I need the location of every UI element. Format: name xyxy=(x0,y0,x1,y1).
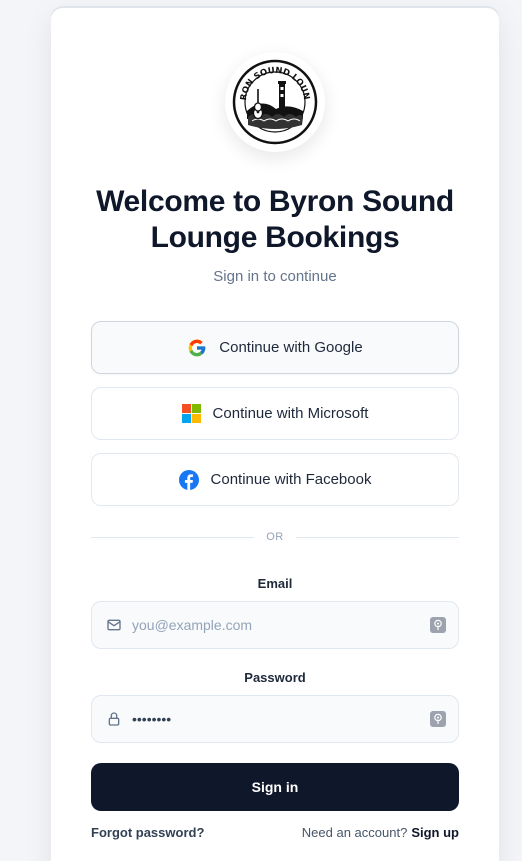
continue-with-facebook-button[interactable]: Continue with Facebook xyxy=(91,453,459,506)
email-label: Email xyxy=(257,576,293,591)
signup-prompt: Need an account? Sign up xyxy=(302,825,459,840)
continue-with-google-button[interactable]: Continue with Google xyxy=(91,321,459,374)
logo-seal-icon: BYRON SOUND LOUNGE STUDIOS xyxy=(232,59,318,145)
google-button-label: Continue with Google xyxy=(219,339,363,356)
studio-logo: BYRON SOUND LOUNGE STUDIOS xyxy=(225,52,325,152)
form-footer: Forgot password? Need an account? Sign up xyxy=(91,825,459,840)
page-title: Welcome to Byron Sound Lounge Bookings xyxy=(96,185,454,254)
password-field[interactable] xyxy=(91,695,459,743)
page-subtitle: Sign in to continue xyxy=(213,268,337,285)
google-icon xyxy=(188,339,206,356)
need-account-text: Need an account? xyxy=(301,825,408,840)
password-input[interactable] xyxy=(132,696,430,742)
email-field[interactable] xyxy=(91,601,459,649)
divider-line-right xyxy=(295,536,459,538)
divider-line-left xyxy=(91,536,255,538)
mail-icon xyxy=(92,617,132,633)
forgot-password-link[interactable]: Forgot password? xyxy=(91,825,204,840)
password-label: Password xyxy=(244,670,306,685)
microsoft-button-label: Continue with Microsoft xyxy=(212,405,369,422)
continue-with-microsoft-button[interactable]: Continue with Microsoft xyxy=(91,387,459,440)
sign-in-button[interactable]: Sign in xyxy=(91,763,459,811)
lock-icon xyxy=(92,711,132,727)
sign-up-link[interactable]: Sign up xyxy=(411,825,459,840)
signin-card: BYRON SOUND LOUNGE STUDIOS Welcome to By… xyxy=(51,8,499,861)
password-manager-icon[interactable] xyxy=(430,617,446,633)
facebook-button-label: Continue with Facebook xyxy=(210,471,372,488)
email-input[interactable] xyxy=(132,602,430,648)
facebook-icon xyxy=(178,469,199,490)
divider-text: OR xyxy=(266,531,284,543)
password-manager-icon[interactable] xyxy=(430,711,446,727)
microsoft-icon xyxy=(181,404,201,423)
or-divider: OR xyxy=(91,531,459,543)
